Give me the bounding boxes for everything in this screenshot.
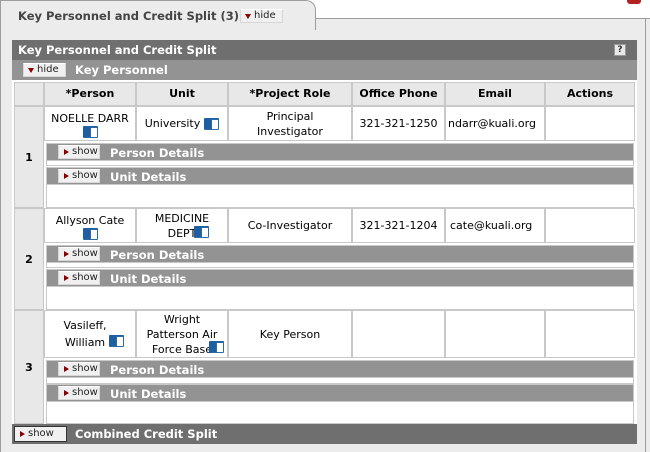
unit-details-title: Unit Details — [110, 170, 187, 184]
person-details-show-button[interactable]: show — [58, 247, 100, 261]
office-phone-cell: 321-321-1250 — [352, 106, 445, 141]
triangle-right-icon — [64, 173, 69, 179]
person-details-title: Person Details — [110, 248, 205, 262]
person-name: Vasileff, William — [63, 319, 107, 349]
show-label: show — [72, 146, 98, 157]
show-label: show — [72, 363, 98, 374]
book-lookup-icon[interactable] — [204, 118, 220, 130]
detail-spacer — [46, 402, 634, 424]
book-lookup-icon[interactable] — [194, 226, 209, 238]
book-lookup-icon[interactable] — [82, 227, 98, 240]
email-cell: cate@kuali.org — [445, 208, 545, 243]
actions-cell — [545, 208, 635, 243]
header-email: Email — [445, 82, 545, 106]
combined-credit-split-show-label: show — [28, 428, 54, 439]
office-phone-cell: 321-321-1204 — [352, 208, 445, 243]
triangle-right-icon — [64, 251, 69, 257]
book-lookup-icon[interactable] — [109, 335, 124, 347]
key-personnel-hide-button[interactable]: hide — [23, 63, 66, 77]
header-unit: Unit — [136, 82, 228, 106]
combined-credit-split-header: show Combined Credit Split — [12, 424, 637, 444]
show-label: show — [72, 272, 98, 283]
panel-border-left — [0, 18, 1, 452]
unit-details-bar: show Unit Details — [46, 269, 634, 287]
actions-cell — [545, 106, 635, 141]
project-role-cell: Principal Investigator — [228, 106, 352, 141]
tab-hide-label: hide — [254, 10, 276, 21]
email-cell — [445, 310, 545, 358]
combined-credit-split-show-button[interactable]: show — [14, 426, 67, 442]
person-cell: Vasileff, William — [44, 310, 136, 358]
unit-details-show-button[interactable]: show — [58, 169, 100, 183]
project-role-cell: Key Person — [228, 310, 352, 358]
person-details-bar: show Person Details — [46, 143, 634, 161]
person-name: NOELLE DARR — [51, 111, 129, 125]
book-lookup-icon[interactable] — [82, 125, 98, 138]
unit-cell: University — [136, 106, 228, 141]
show-label: show — [72, 248, 98, 259]
triangle-right-icon — [64, 390, 69, 396]
person-details-show-button[interactable]: show — [58, 362, 100, 376]
header-blank — [14, 82, 44, 106]
unit-cell: Wright Patterson Air Force Base — [136, 310, 228, 358]
row-number: 1 — [14, 106, 44, 208]
tab-title: Key Personnel and Credit Split (3) — [18, 9, 239, 23]
triangle-right-icon — [64, 366, 69, 372]
unit-details-title: Unit Details — [110, 387, 187, 401]
person-details-show-button[interactable]: show — [58, 145, 100, 159]
show-label: show — [72, 170, 98, 181]
panel-border-right — [645, 18, 646, 452]
detail-spacer — [46, 287, 634, 310]
unit-details-bar: show Unit Details — [46, 167, 634, 185]
triangle-right-icon — [20, 431, 25, 437]
tab-hide-button[interactable]: hide — [240, 9, 283, 23]
header-office-phone: Office Phone — [352, 82, 445, 106]
person-cell: NOELLE DARR — [44, 106, 136, 141]
detail-spacer — [46, 263, 634, 268]
row-number: 2 — [14, 208, 44, 310]
office-phone-cell — [352, 310, 445, 358]
unit-details-show-button[interactable]: show — [58, 386, 100, 400]
header-person: *Person — [44, 82, 136, 106]
key-personnel-table: *Person Unit *Project Role Office Phone … — [12, 80, 637, 424]
book-lookup-icon[interactable] — [209, 341, 224, 353]
section-title: Key Personnel and Credit Split — [18, 43, 217, 57]
project-role-cell: Co-Investigator — [228, 208, 352, 243]
actions-cell — [545, 310, 635, 358]
header-project-role: *Project Role — [228, 82, 352, 106]
key-personnel-title: Key Personnel — [75, 63, 168, 77]
help-icon[interactable]: ? — [614, 44, 626, 56]
row-number: 3 — [14, 310, 44, 424]
unit-name: University — [144, 117, 201, 130]
window-corner-mark — [627, 0, 641, 4]
header-actions: Actions — [545, 82, 635, 106]
section-tab: Key Personnel and Credit Split (3) hide — [0, 0, 316, 30]
person-name: Allyson Cate — [55, 213, 125, 227]
unit-cell: MEDICINE DEPT — [136, 208, 228, 243]
person-details-bar: show Person Details — [46, 245, 634, 263]
person-details-title: Person Details — [110, 146, 205, 160]
section-header: Key Personnel and Credit Split ? — [12, 40, 637, 60]
unit-details-show-button[interactable]: show — [58, 271, 100, 285]
unit-details-bar: show Unit Details — [46, 384, 634, 402]
combined-credit-split-title: Combined Credit Split — [75, 427, 218, 441]
triangle-down-icon — [245, 14, 251, 19]
key-personnel-hide-label: hide — [37, 64, 59, 75]
triangle-right-icon — [64, 149, 69, 155]
key-personnel-header: hide Key Personnel — [12, 60, 637, 80]
unit-details-title: Unit Details — [110, 272, 187, 286]
person-details-bar: show Person Details — [46, 360, 634, 378]
person-cell: Allyson Cate — [44, 208, 136, 243]
show-label: show — [72, 387, 98, 398]
triangle-right-icon — [64, 275, 69, 281]
triangle-down-icon — [28, 68, 34, 73]
person-details-title: Person Details — [110, 363, 205, 377]
detail-spacer — [46, 185, 634, 208]
email-cell: ndarr@kuali.org — [445, 106, 545, 141]
detail-spacer — [46, 161, 634, 166]
